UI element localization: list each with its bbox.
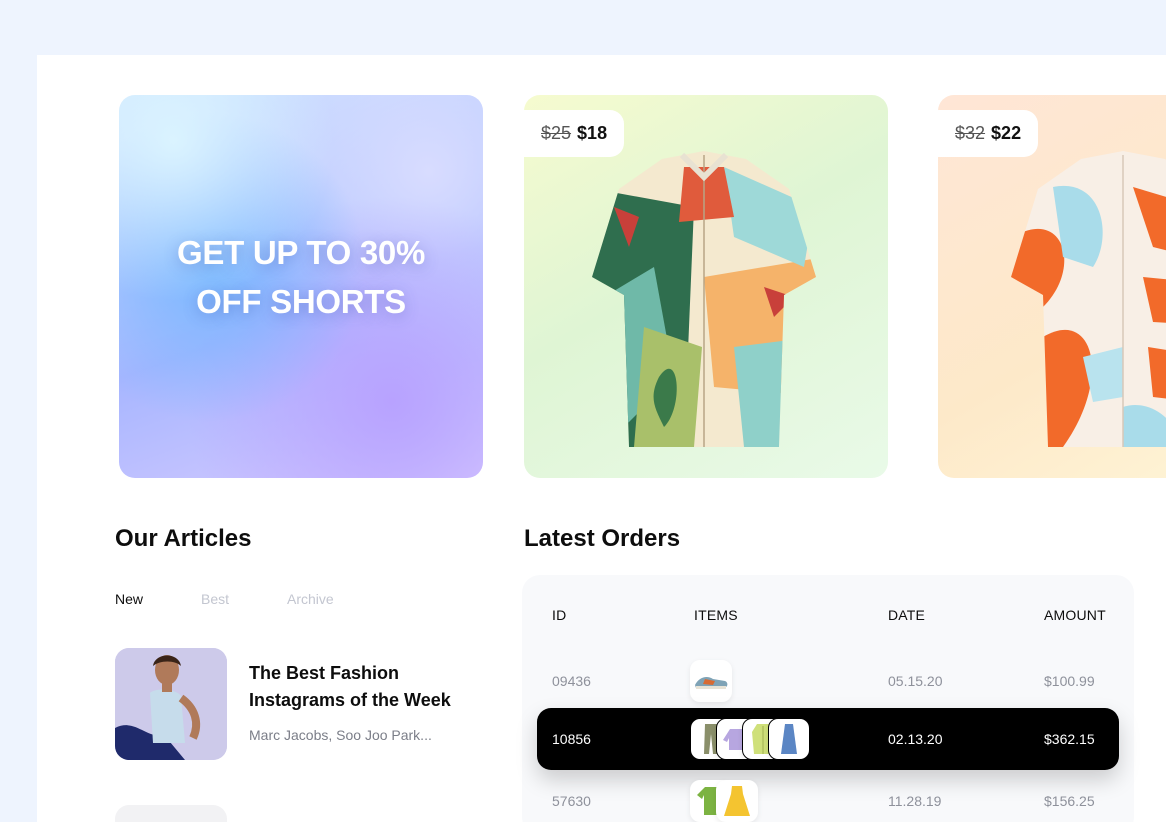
article-thumbnail[interactable]: [115, 805, 227, 822]
dress-icon: [716, 780, 758, 822]
column-header-id: ID: [552, 607, 567, 623]
order-date: 02.13.20: [888, 731, 943, 747]
tropical-shirt-icon: [592, 151, 816, 447]
article-title[interactable]: The Best Fashion Instagrams of the Week: [249, 660, 489, 714]
product-card-2[interactable]: $32 $22: [938, 95, 1166, 478]
tab-best[interactable]: Best: [201, 591, 229, 607]
model-photo-icon: [115, 648, 227, 760]
sneaker-icon: [690, 660, 732, 702]
column-header-amount: AMOUNT: [1044, 607, 1106, 623]
column-header-date: DATE: [888, 607, 926, 623]
column-header-items: ITEMS: [694, 607, 738, 623]
orders-title: Latest Orders: [524, 525, 681, 552]
main-panel: GET UP TO 30% OFF SHORTS $25 $18 $32 $22…: [37, 55, 1166, 822]
article-thumbnail[interactable]: [115, 648, 227, 760]
table-row[interactable]: 57630 11.28.19 $156.25: [537, 770, 1119, 822]
order-items: [690, 780, 758, 822]
new-price: $22: [991, 123, 1022, 143]
skirt-icon: [768, 718, 810, 760]
orange-shirt-icon: [1011, 151, 1166, 447]
order-id: 09436: [552, 673, 591, 689]
promo-line-2: OFF SHORTS: [196, 282, 406, 320]
old-price: $25: [541, 123, 572, 143]
order-amount: $100.99: [1044, 673, 1095, 689]
tab-archive[interactable]: Archive: [287, 591, 334, 607]
order-id: 10856: [552, 731, 591, 747]
tab-new[interactable]: New: [115, 591, 143, 607]
old-price: $32: [955, 123, 986, 143]
order-items: [690, 660, 732, 702]
order-date: 05.15.20: [888, 673, 943, 689]
promo-text: GET UP TO 30% OFF SHORTS: [177, 228, 425, 326]
articles-title: Our Articles: [115, 525, 252, 552]
order-items: [690, 718, 810, 760]
table-row[interactable]: 09436 05.15.20 $100.99: [537, 650, 1119, 712]
table-row-selected[interactable]: 10856 02.13.20 $362.15: [537, 708, 1119, 770]
order-date: 11.28.19: [888, 793, 942, 809]
promo-banner[interactable]: GET UP TO 30% OFF SHORTS: [119, 95, 483, 478]
order-id: 57630: [552, 793, 591, 809]
promo-line-1: GET UP TO 30%: [177, 233, 425, 271]
product-card-1[interactable]: $25 $18: [524, 95, 888, 478]
order-amount: $362.15: [1044, 731, 1095, 747]
article-subtitle: Marc Jacobs, Soo Joo Park...: [249, 727, 432, 743]
order-amount: $156.25: [1044, 793, 1095, 809]
new-price: $18: [577, 123, 608, 143]
